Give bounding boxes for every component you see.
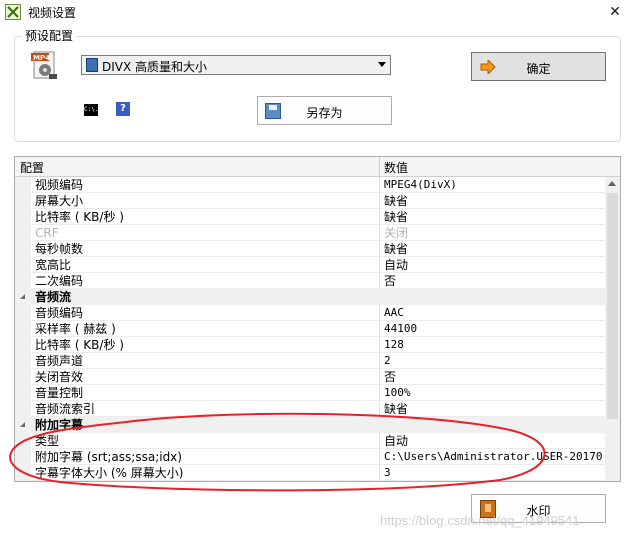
grid-row-disabled: CRF 关闭: [15, 225, 605, 241]
close-icon[interactable]: ✕: [600, 0, 630, 24]
save-as-button[interactable]: 另存为: [257, 96, 392, 125]
grid-row[interactable]: 每秒帧数 缺省: [15, 241, 605, 257]
title-bar: [0, 0, 630, 24]
grid-row[interactable]: 音频声道 2: [15, 353, 605, 369]
category-audio-stream[interactable]: 音频流: [15, 289, 605, 305]
column-header-value: 数值: [384, 161, 409, 175]
property-value: 缺省: [384, 194, 409, 208]
grid-header: 配置 数值: [15, 157, 620, 177]
property-value: 100%: [384, 386, 411, 399]
grid-row[interactable]: 音频编码 AAC: [15, 305, 605, 321]
property-name: 宽高比: [35, 258, 72, 272]
property-value: 否: [384, 274, 397, 288]
property-name: 音频声道: [35, 354, 84, 368]
property-value: 缺省: [384, 210, 409, 224]
property-value: 自动: [384, 258, 409, 272]
grid-row[interactable]: 比特率 ( KB/秒 ) 128: [15, 337, 605, 353]
command-prompt-icon[interactable]: C:\.: [84, 104, 98, 116]
category-label: 音频流: [35, 290, 72, 304]
grid-row[interactable]: 宽高比 自动: [15, 257, 605, 273]
grid-row[interactable]: 关闭音效 否: [15, 369, 605, 385]
film-icon: [86, 58, 98, 72]
property-name: 音频编码: [35, 306, 84, 320]
property-value: MPEG4(DivX): [384, 178, 457, 191]
property-name: 每秒帧数: [35, 242, 84, 256]
property-value: 关闭: [384, 226, 409, 240]
property-value: AAC: [384, 306, 404, 319]
red-annotation-ellipse: [9, 412, 546, 492]
grid-row[interactable]: 音量控制 100%: [15, 385, 605, 401]
grid-row[interactable]: 视频编码 MPEG4(DivX): [15, 177, 605, 193]
property-value: 44100: [384, 322, 418, 335]
chevron-down-icon: [378, 62, 386, 67]
property-name: 关闭音效: [35, 370, 84, 384]
property-name: 音量控制: [35, 386, 84, 400]
property-name: 二次编码: [35, 274, 84, 288]
grid-row[interactable]: 采样率 ( 赫兹 ) 44100: [15, 321, 605, 337]
mp4-file-icon: MP4: [31, 50, 61, 82]
save-as-label: 另存为: [306, 106, 343, 120]
property-name: 屏幕大小: [35, 194, 84, 208]
property-name: 视频编码: [35, 178, 84, 192]
property-name: 采样率 ( 赫兹 ): [35, 322, 116, 336]
ok-button-label: 确定: [526, 62, 551, 76]
property-name: CRF: [35, 226, 59, 240]
svg-text:MP4: MP4: [33, 54, 50, 62]
collapse-triangle-icon[interactable]: [20, 294, 25, 299]
property-value: 128: [384, 338, 404, 351]
window-title: 视频设置: [28, 6, 77, 20]
ok-button[interactable]: 确定: [471, 52, 606, 81]
property-name: 比特率 ( KB/秒 ): [35, 338, 124, 352]
scrollbar-thumb[interactable]: [607, 193, 618, 419]
csdn-watermark-text: https://blog.csdn.net/qq_41949541: [380, 513, 580, 528]
scroll-up-icon[interactable]: [608, 181, 616, 186]
preset-group-label: 预设配置: [22, 27, 77, 44]
grid-row[interactable]: 比特率 ( KB/秒 ) 缺省: [15, 209, 605, 225]
property-name: 比特率 ( KB/秒 ): [35, 210, 124, 224]
column-header-name: 配置: [20, 161, 45, 175]
preset-select[interactable]: DIVX 高质量和大小: [81, 55, 391, 75]
property-value: 2: [384, 354, 391, 367]
grid-row[interactable]: 二次编码 否: [15, 273, 605, 289]
property-value: 缺省: [384, 242, 409, 256]
preset-selected-value: DIVX 高质量和大小: [102, 60, 208, 74]
app-icon: [5, 4, 21, 20]
help-icon[interactable]: ?: [116, 102, 130, 116]
property-value: 否: [384, 370, 397, 384]
grid-row[interactable]: 屏幕大小 缺省: [15, 193, 605, 209]
